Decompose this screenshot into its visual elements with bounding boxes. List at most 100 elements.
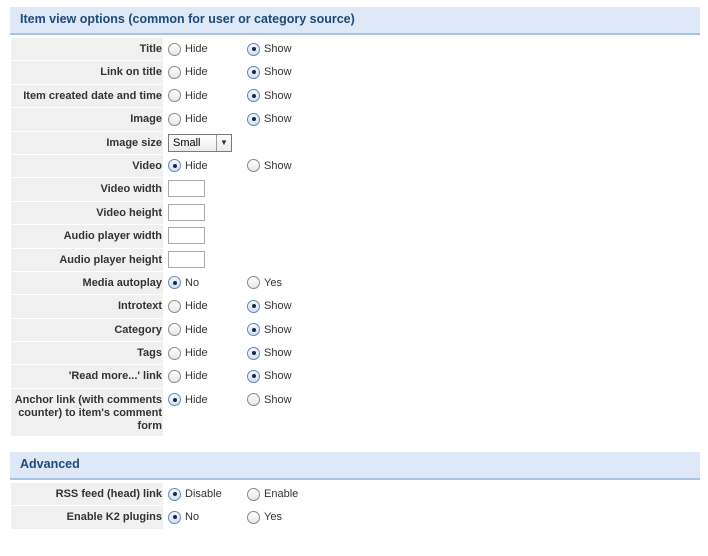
setting-row-video-height: Video height — [11, 201, 701, 225]
radio-option-label[interactable]: Show — [264, 370, 292, 382]
radio-button[interactable] — [168, 65, 181, 79]
radio-button[interactable] — [168, 159, 181, 173]
radio-button[interactable] — [168, 89, 181, 103]
setting-row-image: Image Hide Show — [11, 108, 701, 131]
radio-option-label[interactable]: Hide — [185, 370, 208, 382]
video-width-input[interactable] — [168, 180, 205, 198]
radio-option-enable[interactable]: Enable — [247, 486, 298, 502]
radio-option-show[interactable]: Show — [247, 345, 292, 361]
setting-row-enable-k2-plugins: Enable K2 plugins No Yes — [11, 506, 701, 529]
setting-label: Media autoplay — [82, 276, 162, 289]
setting-label-cell: Introtext — [11, 295, 163, 318]
radio-option-label[interactable]: Show — [264, 394, 292, 406]
chevron-down-icon[interactable]: ▼ — [216, 134, 231, 151]
radio-option-yes[interactable]: Yes — [247, 275, 282, 291]
radio-button[interactable] — [168, 369, 181, 383]
radio-option-show[interactable]: Show — [247, 64, 292, 80]
radio-option-label[interactable]: Hide — [185, 300, 208, 312]
radio-button[interactable] — [168, 276, 181, 290]
radio-button[interactable] — [168, 487, 181, 501]
radio-option-show[interactable]: Show — [247, 88, 292, 104]
radio-button[interactable] — [247, 346, 260, 360]
radio-option-label[interactable]: Hide — [185, 66, 208, 78]
radio-button[interactable] — [247, 276, 260, 290]
radio-option-label[interactable]: Hide — [185, 43, 208, 55]
setting-row-item-created-date-and-time: Item created date and time Hide Show — [11, 84, 701, 108]
setting-label: RSS feed (head) link — [55, 488, 162, 500]
radio-option-hide[interactable]: Hide — [168, 298, 208, 314]
radio-button[interactable] — [168, 393, 181, 407]
radio-button[interactable] — [247, 487, 260, 501]
radio-option-label[interactable]: Hide — [185, 347, 208, 359]
setting-label: Video height — [96, 206, 162, 219]
audio-player-width-input[interactable] — [168, 227, 205, 245]
radio-option-hide[interactable]: Hide — [168, 111, 208, 127]
radio-option-show[interactable]: Show — [247, 368, 292, 384]
radio-option-label[interactable]: Disable — [185, 488, 222, 500]
radio-button[interactable] — [168, 112, 181, 126]
setting-label: Introtext — [118, 300, 162, 313]
radio-option-hide[interactable]: Hide — [168, 322, 208, 338]
radio-button[interactable] — [247, 159, 260, 173]
radio-option-label[interactable]: Hide — [185, 324, 208, 336]
setting-label-cell: Item created date and time — [11, 84, 163, 108]
radio-option-show[interactable]: Show — [247, 322, 292, 338]
radio-option-label[interactable]: Hide — [185, 113, 208, 125]
radio-option-show[interactable]: Show — [247, 298, 292, 314]
radio-button[interactable] — [247, 393, 260, 407]
radio-option-label[interactable]: Show — [264, 113, 292, 125]
radio-option-show[interactable]: Show — [247, 392, 292, 408]
radio-option-label[interactable]: Hide — [185, 394, 208, 406]
radio-button[interactable] — [247, 112, 260, 126]
radio-button[interactable] — [247, 65, 260, 79]
radio-button[interactable] — [247, 299, 260, 313]
video-height-input[interactable] — [168, 203, 205, 221]
radio-option-hide[interactable]: Hide — [168, 368, 208, 384]
radio-option-hide[interactable]: Hide — [168, 392, 208, 408]
setting-label-cell: Enable K2 plugins — [11, 506, 163, 529]
radio-option-label[interactable]: Enable — [264, 488, 298, 500]
radio-option-label[interactable]: Show — [264, 300, 292, 312]
setting-row-audio-player-width: Audio player width — [11, 225, 701, 248]
radio-button[interactable] — [168, 346, 181, 360]
radio-option-hide[interactable]: Hide — [168, 64, 208, 80]
radio-option-show[interactable]: Show — [247, 111, 292, 127]
setting-label-cell: Image — [11, 108, 163, 131]
radio-option-disable[interactable]: Disable — [168, 486, 222, 502]
radio-option-show[interactable]: Show — [247, 158, 292, 174]
image-size-select[interactable]: Small ▼ — [168, 133, 232, 152]
radio-button[interactable] — [247, 323, 260, 337]
audio-player-height-input[interactable] — [168, 250, 205, 268]
radio-option-yes[interactable]: Yes — [247, 509, 282, 525]
radio-option-label[interactable]: Show — [264, 66, 292, 78]
radio-option-hide[interactable]: Hide — [168, 41, 208, 57]
radio-option-label[interactable]: Show — [264, 43, 292, 55]
radio-option-hide[interactable]: Hide — [168, 158, 208, 174]
radio-option-label[interactable]: No — [185, 511, 199, 523]
radio-option-label[interactable]: Show — [264, 324, 292, 336]
setting-label-cell: Video — [11, 154, 163, 178]
radio-option-label[interactable]: Hide — [185, 90, 208, 102]
radio-button[interactable] — [168, 323, 181, 337]
setting-row-link-on-title: Link on title Hide Show — [11, 61, 701, 84]
radio-option-label[interactable]: Show — [264, 160, 292, 172]
radio-button[interactable] — [247, 510, 260, 524]
radio-option-label[interactable]: Yes — [264, 277, 282, 289]
radio-option-label[interactable]: No — [185, 277, 199, 289]
radio-button[interactable] — [168, 510, 181, 524]
radio-option-label[interactable]: Show — [264, 347, 292, 359]
radio-option-label[interactable]: Yes — [264, 511, 282, 523]
radio-button[interactable] — [247, 369, 260, 383]
radio-button[interactable] — [247, 89, 260, 103]
radio-option-no[interactable]: No — [168, 509, 199, 525]
radio-button[interactable] — [168, 42, 181, 56]
radio-button[interactable] — [168, 299, 181, 313]
radio-option-hide[interactable]: Hide — [168, 88, 208, 104]
radio-option-show[interactable]: Show — [247, 41, 292, 57]
setting-label: Category — [114, 323, 162, 336]
radio-option-no[interactable]: No — [168, 275, 199, 291]
radio-option-label[interactable]: Show — [264, 90, 292, 102]
radio-option-hide[interactable]: Hide — [168, 345, 208, 361]
radio-option-label[interactable]: Hide — [185, 160, 208, 172]
radio-button[interactable] — [247, 42, 260, 56]
